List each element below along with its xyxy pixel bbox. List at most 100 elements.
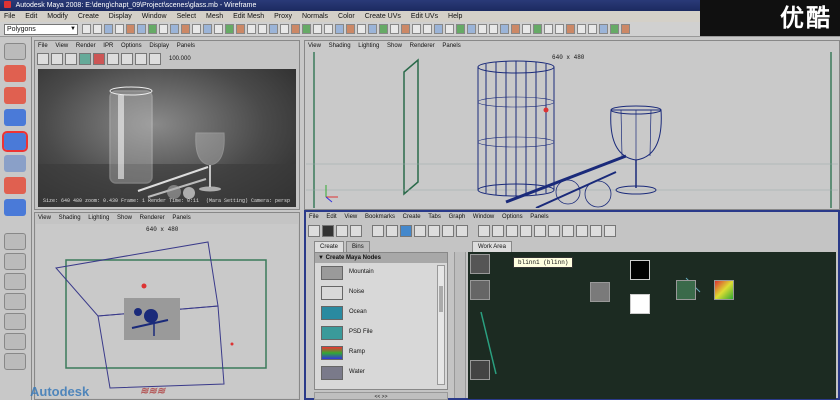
- tab-create[interactable]: Create: [314, 241, 345, 252]
- hs-menu-graph[interactable]: Graph: [449, 214, 466, 220]
- mask-icon[interactable]: [181, 24, 190, 34]
- move-tool-icon[interactable]: [4, 109, 26, 126]
- clear-graph-icon[interactable]: [372, 224, 384, 237]
- render-swatch-icon[interactable]: [492, 224, 504, 237]
- hs-menu-file[interactable]: File: [309, 214, 319, 220]
- menu-edit-uvs[interactable]: Edit UVs: [411, 13, 438, 20]
- hs-menu-create[interactable]: Create: [403, 214, 421, 220]
- open-scene-icon[interactable]: [93, 24, 102, 34]
- node-list-scrollbar[interactable]: [437, 265, 445, 385]
- hs-menu-bookmarks[interactable]: Bookmarks: [365, 214, 395, 220]
- menu-create-uvs[interactable]: Create UVs: [365, 13, 401, 20]
- menu-color[interactable]: Color: [338, 13, 355, 20]
- menu-modify[interactable]: Modify: [47, 13, 68, 20]
- hs-menu-panels[interactable]: Panels: [530, 214, 548, 220]
- redo-render-icon[interactable]: [37, 53, 49, 65]
- mask-icon[interactable]: [203, 24, 212, 34]
- region-render-icon[interactable]: [65, 53, 77, 65]
- tool-icon[interactable]: [390, 24, 399, 34]
- display-rgb-icon[interactable]: [93, 53, 105, 65]
- display-alpha-icon[interactable]: [107, 53, 119, 65]
- top-viewport[interactable]: 640 x 480: [36, 224, 298, 398]
- node-item-psd-file[interactable]: PSD File: [319, 325, 431, 341]
- tool-icon[interactable]: [599, 24, 608, 34]
- tool-icon[interactable]: [577, 24, 586, 34]
- menu-window[interactable]: Window: [142, 13, 167, 20]
- tool-icon[interactable]: [533, 24, 542, 34]
- persp-menu-lighting[interactable]: Lighting: [358, 43, 379, 49]
- snap-curve-icon[interactable]: [225, 24, 234, 34]
- graph-up-icon[interactable]: [442, 224, 454, 237]
- tool-icon[interactable]: [522, 24, 531, 34]
- select-component-icon[interactable]: [137, 24, 146, 34]
- white-swatch-node[interactable]: [630, 294, 650, 314]
- menu-create[interactable]: Create: [78, 13, 99, 20]
- top-menu-panels[interactable]: Panels: [172, 215, 190, 221]
- blinn-material-node[interactable]: [590, 282, 610, 302]
- tool-icon[interactable]: [478, 24, 487, 34]
- hs-menu-edit[interactable]: Edit: [326, 214, 336, 220]
- menu-mesh[interactable]: Mesh: [206, 13, 223, 20]
- tool-icon[interactable]: [346, 24, 355, 34]
- create-maya-nodes-header[interactable]: ▼ Create Maya Nodes: [315, 253, 447, 263]
- graph-input-icon[interactable]: [414, 224, 426, 237]
- new-scene-icon[interactable]: [82, 24, 91, 34]
- rv-menu-ipr[interactable]: IPR: [103, 43, 113, 49]
- tool-icon[interactable]: [588, 24, 597, 34]
- rv-menu-render[interactable]: Render: [76, 43, 96, 49]
- menu-file[interactable]: File: [4, 13, 15, 20]
- last-tool-icon[interactable]: [4, 199, 26, 216]
- render-icon[interactable]: [269, 24, 278, 34]
- persp-menu-panels[interactable]: Panels: [442, 43, 460, 49]
- rv-menu-display[interactable]: Display: [149, 43, 169, 49]
- list-view-icon[interactable]: [534, 224, 546, 237]
- menu-help[interactable]: Help: [448, 13, 462, 20]
- node-item-noise[interactable]: Noise: [319, 285, 431, 301]
- sort-icon[interactable]: [562, 224, 574, 237]
- node-list-pager[interactable]: << >>: [314, 392, 448, 400]
- layout-single-icon[interactable]: [4, 233, 26, 250]
- tool-icon[interactable]: [313, 24, 322, 34]
- snap-grid-icon[interactable]: [214, 24, 223, 34]
- tab-bins[interactable]: Bins: [346, 241, 370, 252]
- tool-icon[interactable]: [423, 24, 432, 34]
- node-item-ocean[interactable]: Ocean: [319, 305, 431, 321]
- hs-menu-window[interactable]: Window: [473, 214, 494, 220]
- hypershade-splitter[interactable]: [454, 252, 466, 398]
- top-menu-lighting[interactable]: Lighting: [88, 215, 109, 221]
- layout-outliner-icon[interactable]: [4, 293, 26, 310]
- remove-image-icon[interactable]: [149, 53, 161, 65]
- toggle-create-bar-icon[interactable]: [308, 224, 320, 237]
- mask-icon[interactable]: [170, 24, 179, 34]
- top-menu-shading[interactable]: Shading: [59, 215, 81, 221]
- menu-set-dropdown[interactable]: Polygons ▼: [4, 24, 78, 35]
- tool-icon[interactable]: [379, 24, 388, 34]
- swatch-toggle-icon[interactable]: [478, 224, 490, 237]
- tool-icon[interactable]: [456, 24, 465, 34]
- tool-icon[interactable]: [555, 24, 564, 34]
- ipr-render-icon[interactable]: [280, 24, 289, 34]
- tool-icon[interactable]: [335, 24, 344, 34]
- rv-menu-view[interactable]: View: [55, 43, 68, 49]
- manipulator-tool-icon[interactable]: [4, 177, 26, 194]
- snap-point-icon[interactable]: [236, 24, 245, 34]
- node-item-mountain[interactable]: Mountain: [319, 265, 431, 281]
- sort-icon[interactable]: [604, 224, 616, 237]
- layout-graph-icon[interactable]: [4, 313, 26, 330]
- layout-four-icon[interactable]: [4, 253, 26, 270]
- show-top-tabs-icon[interactable]: [322, 224, 334, 237]
- tool-icon[interactable]: [324, 24, 333, 34]
- menu-edit[interactable]: Edit: [25, 13, 37, 20]
- scrollbar-thumb[interactable]: [439, 286, 443, 312]
- rearrange-graph-icon[interactable]: [386, 224, 398, 237]
- tool-icon[interactable]: [412, 24, 421, 34]
- layout-hypershade-icon[interactable]: [4, 333, 26, 350]
- tool-icon[interactable]: [445, 24, 454, 34]
- snap-view-icon[interactable]: [247, 24, 256, 34]
- tool-icon[interactable]: [566, 24, 575, 34]
- tool-icon[interactable]: [500, 24, 509, 34]
- tool-icon[interactable]: [544, 24, 553, 34]
- zoom-actual-icon[interactable]: [121, 53, 133, 65]
- scale-tool-icon[interactable]: [4, 155, 26, 172]
- graph-output-icon[interactable]: [428, 224, 440, 237]
